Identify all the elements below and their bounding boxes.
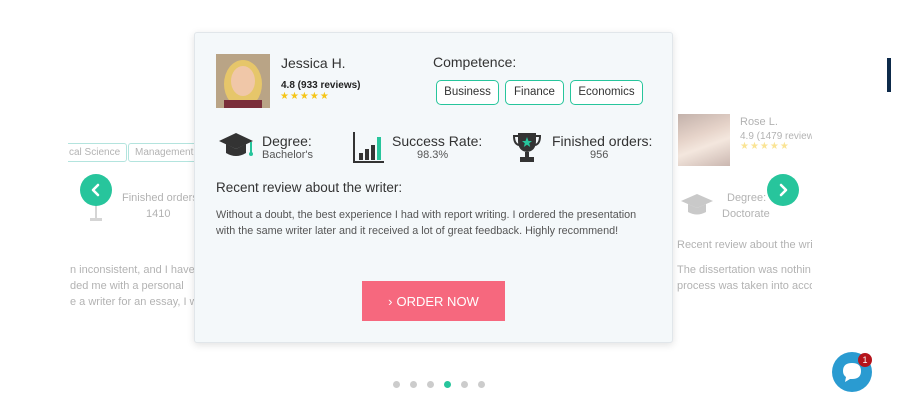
finished-orders-label: Finished orders xyxy=(122,192,198,204)
competence-badge-economics[interactable]: Economics xyxy=(570,80,643,105)
edge-accent-bar xyxy=(887,58,891,92)
success-rate-label: Success Rate: xyxy=(392,133,483,149)
chevron-right-icon: › xyxy=(388,293,393,309)
next-writer-card: Rose L. 4.9 (1479 review ★★★★★ Degree: D… xyxy=(672,0,812,320)
review-title: Recent review about the wri xyxy=(677,239,812,251)
finished-orders-value: 956 xyxy=(590,149,609,161)
pagination-dot[interactable] xyxy=(478,381,485,388)
carousel-pagination xyxy=(393,381,485,388)
trophy-icon xyxy=(513,133,541,162)
graduation-cap-icon xyxy=(219,133,253,156)
review-title: Recent review about the writer: xyxy=(216,180,403,195)
order-now-label: ORDER NOW xyxy=(396,293,479,309)
graduation-cap-icon xyxy=(681,194,713,215)
writer-rating: 4.8 (933 reviews) xyxy=(281,80,361,91)
rating-stars: ★★★★★ xyxy=(740,141,790,152)
review-text: Without a doubt, the best experience I h… xyxy=(216,209,637,237)
degree-value: Doctorate xyxy=(722,208,770,220)
chevron-left-icon xyxy=(91,183,100,197)
writer-card: Jessica H. 4.8 (933 reviews) ★★★★★ Compe… xyxy=(194,32,673,343)
degree-value: Bachelor's xyxy=(262,149,314,161)
review-line: The dissertation was nothin xyxy=(677,264,811,276)
previous-writer-card: cal Science Management Finished orders 1… xyxy=(68,0,198,320)
review-line: e a writer for an essay, I wi xyxy=(70,296,198,308)
review-line: process was taken into acco xyxy=(677,280,812,292)
chat-notification-badge: 1 xyxy=(858,353,872,367)
success-rate-value: 98.3% xyxy=(417,149,449,161)
pagination-dot[interactable] xyxy=(427,381,434,388)
order-now-button[interactable]: › ORDER NOW xyxy=(362,281,505,321)
writer-name: Jessica H. xyxy=(281,55,346,71)
pagination-dot[interactable] xyxy=(393,381,400,388)
competence-tag: Management xyxy=(128,143,198,162)
competence-badge-finance[interactable]: Finance xyxy=(505,80,564,105)
review-line: n inconsistent, and I haven xyxy=(70,264,198,276)
chevron-right-icon xyxy=(779,183,788,197)
competence-tag: cal Science xyxy=(68,143,128,162)
rating-stars: ★★★★★ xyxy=(280,91,330,102)
finished-orders-value: 1410 xyxy=(146,208,171,220)
bar-chart-icon xyxy=(353,132,384,163)
writer-name: Rose L. xyxy=(740,116,778,128)
review-line: ded me with a personal xyxy=(70,280,184,292)
pagination-dot-active[interactable] xyxy=(444,381,451,388)
writer-photo xyxy=(216,54,270,108)
competence-badge-business[interactable]: Business xyxy=(436,80,499,105)
next-writer-button[interactable] xyxy=(767,174,799,206)
finished-orders-label: Finished orders: xyxy=(552,133,653,149)
pagination-dot[interactable] xyxy=(410,381,417,388)
pagination-dot[interactable] xyxy=(461,381,468,388)
previous-writer-button[interactable] xyxy=(80,174,112,206)
degree-label: Degree: xyxy=(727,192,767,204)
writer-photo xyxy=(678,114,730,166)
competence-title: Competence: xyxy=(433,54,517,70)
degree-label: Degree: xyxy=(262,133,312,149)
